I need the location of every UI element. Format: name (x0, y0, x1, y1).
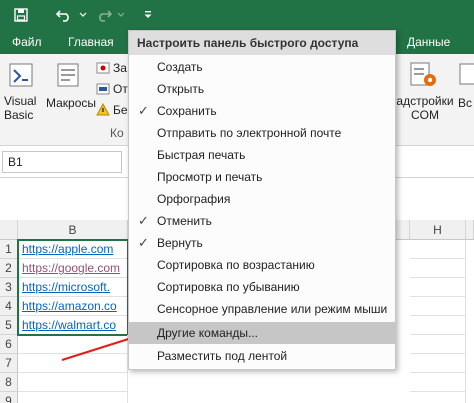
menu-item-label: Отправить по электронной почте (157, 126, 342, 140)
checkmark-icon: ✓ (138, 235, 149, 250)
menu-item-label: Создать (157, 60, 203, 74)
row-header[interactable]: 1 (0, 240, 18, 259)
menu-item-label: Сохранить (157, 104, 217, 118)
redo-icon[interactable] (92, 4, 116, 26)
grid-cell[interactable] (410, 373, 466, 392)
macros-icon (57, 63, 79, 87)
menu-item-quick-print[interactable]: Быстрая печать (129, 144, 395, 166)
menu-item-spelling[interactable]: Орфография (129, 188, 395, 210)
macros-label: Макросы (46, 96, 97, 110)
name-box[interactable]: B1 (2, 151, 122, 173)
row-header[interactable]: 4 (0, 297, 18, 316)
menu-item-open[interactable]: Открыть (129, 78, 395, 100)
row-header[interactable]: 5 (0, 316, 18, 335)
menu-item-new[interactable]: Создать (129, 56, 395, 78)
menu-item-sort-descending[interactable]: Сортировка по убыванию (129, 276, 395, 298)
com-addins-label: адстройки COM (396, 94, 454, 122)
tab-file[interactable]: Файл (12, 35, 42, 49)
undo-icon[interactable] (52, 4, 76, 26)
menu-item-sort-ascending[interactable]: Сортировка по возрастанию (129, 254, 395, 276)
menu-item-label: Быстрая печать (157, 148, 246, 162)
menu-item-label: Сенсорное управление или режим мыши (157, 302, 388, 316)
select-all-corner[interactable] (0, 220, 18, 240)
menu-item-label: Орфография (157, 192, 231, 206)
menu-item-label: Открыть (157, 82, 205, 96)
visual-basic-icon (9, 63, 33, 87)
selection-border (17, 239, 129, 336)
tab-home[interactable]: Главная (68, 35, 114, 49)
menu-item-redo[interactable]: ✓ Вернуть (129, 232, 395, 254)
grid-cell[interactable] (18, 392, 128, 403)
record-macro-icon (96, 62, 110, 74)
menu-item-label: Разместить под лентой (157, 349, 288, 363)
grid-cell[interactable] (410, 240, 466, 259)
row-header[interactable]: 8 (0, 373, 18, 392)
menu-item-more-commands[interactable]: Другие команды... (129, 322, 395, 344)
grid-cell[interactable] (18, 373, 128, 392)
grid-cell[interactable] (410, 354, 466, 373)
menu-item-label: Просмотр и печать (157, 170, 263, 184)
row-header[interactable]: 9 (0, 392, 18, 403)
grid-cell[interactable] (410, 392, 466, 403)
code-group-label: Ко (110, 126, 124, 140)
record-macro-label: За (113, 61, 127, 75)
visual-basic-label: Visual Basic (4, 94, 37, 122)
row-header[interactable]: 3 (0, 278, 18, 297)
column-header-b[interactable]: B (18, 220, 128, 240)
grid-cell[interactable] (410, 297, 466, 316)
row-header[interactable]: 2 (0, 259, 18, 278)
menu-item-email[interactable]: Отправить по электронной почте (129, 122, 395, 144)
menu-item-show-below-ribbon[interactable]: Разместить под лентой (129, 345, 395, 367)
warning-icon (96, 103, 110, 116)
macro-security-row[interactable]: Бе (96, 102, 128, 118)
row-header[interactable]: 7 (0, 354, 18, 373)
row-header[interactable]: 6 (0, 335, 18, 354)
tab-data[interactable]: Данные (407, 35, 450, 49)
undo-dropdown-icon[interactable] (78, 4, 88, 26)
com-addins-icon (410, 62, 436, 86)
checkmark-icon: ✓ (138, 103, 149, 118)
column-header[interactable] (466, 220, 474, 240)
grid-cell[interactable] (410, 335, 466, 354)
title-bar (0, 0, 474, 30)
menu-item-touch-mode[interactable]: Сенсорное управление или режим мыши (129, 298, 395, 320)
menu-item-label: Другие команды... (157, 326, 258, 340)
menu-item-label: Сортировка по возрастанию (157, 258, 315, 272)
menu-title: Настроить панель быстрого доступа (129, 31, 395, 55)
grid-cell[interactable] (410, 259, 466, 278)
relative-refs-row[interactable]: От (96, 81, 128, 97)
macro-security-label: Бе (113, 103, 128, 117)
save-icon[interactable] (10, 4, 32, 26)
grid-cell[interactable] (410, 278, 466, 297)
customize-qat-icon[interactable] (136, 4, 160, 26)
menu-item-save[interactable]: ✓ Сохранить (129, 100, 395, 122)
insert-controls-label: Вс (458, 96, 473, 110)
com-addins-button[interactable]: адстройки COM (396, 58, 454, 124)
insert-controls-icon (459, 63, 474, 85)
relative-refs-label: От (113, 82, 128, 96)
insert-controls-button[interactable]: Вс (458, 58, 474, 124)
menu-item-undo[interactable]: ✓ Отменить (129, 210, 395, 232)
checkmark-icon: ✓ (138, 213, 149, 228)
menu-item-label: Отменить (157, 214, 212, 228)
customize-qat-menu: Настроить панель быстрого доступа Создат… (128, 30, 396, 370)
macros-button[interactable]: Макросы (46, 58, 97, 124)
grid-cell[interactable] (18, 354, 128, 373)
record-macro-row[interactable]: За (96, 60, 128, 76)
menu-item-label: Вернуть (157, 236, 203, 250)
relative-refs-icon (96, 83, 110, 95)
menu-item-label: Сортировка по убыванию (157, 280, 300, 294)
menu-item-print-preview[interactable]: Просмотр и печать (129, 166, 395, 188)
grid-cell[interactable] (18, 335, 128, 354)
visual-basic-button[interactable]: Visual Basic (2, 58, 42, 124)
column-header-h[interactable]: H (410, 220, 466, 240)
redo-dropdown-icon[interactable] (116, 4, 126, 26)
grid-cell[interactable] (410, 316, 466, 335)
